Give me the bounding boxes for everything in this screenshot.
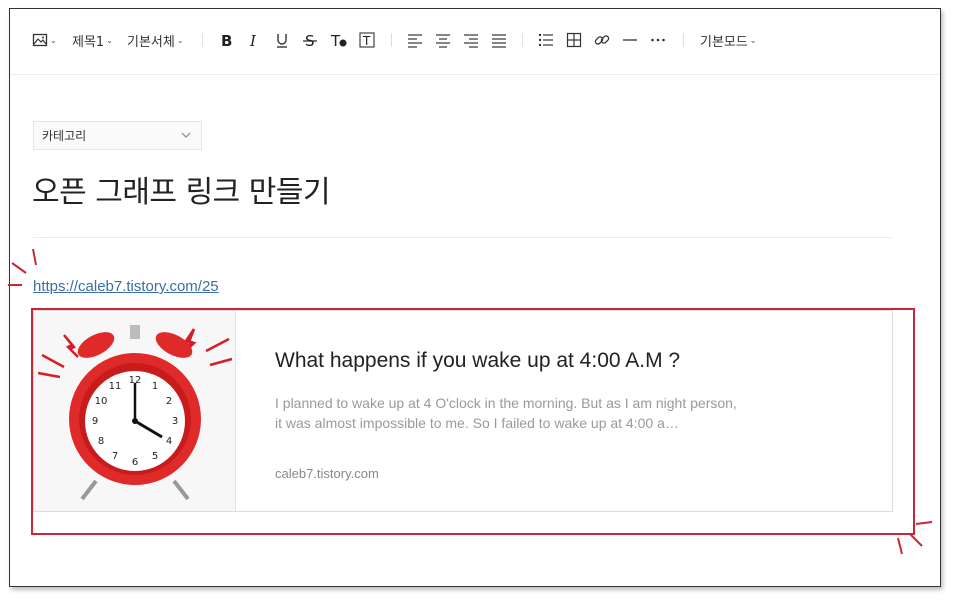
italic-button[interactable]: I xyxy=(246,29,262,51)
toolbar-divider xyxy=(683,33,684,47)
underline-button[interactable] xyxy=(274,29,290,51)
horizontal-line-icon xyxy=(623,39,637,41)
editor-toolbar: ⌄ 제목1 ⌄ 기본서체 ⌄ B I S T T 기본모드 ⌄ xyxy=(10,9,940,75)
og-card-description: I planned to wake up at 4 O'clock in the… xyxy=(275,395,737,431)
heading-label: 제목1 xyxy=(72,34,105,50)
og-card-thumbnail: 12 1 2 3 4 5 6 7 8 9 10 11 xyxy=(34,311,236,511)
og-card-domain: caleb7.tistory.com xyxy=(275,466,379,481)
image-icon xyxy=(32,33,48,47)
text-color-button[interactable]: T xyxy=(330,29,348,51)
svg-text:1: 1 xyxy=(152,381,158,392)
chevron-down-icon: ⌄ xyxy=(176,35,184,45)
og-card-title: What happens if you wake up at 4:00 A.M … xyxy=(275,349,681,372)
align-center-button[interactable] xyxy=(435,29,451,51)
align-center-icon xyxy=(436,34,450,48)
font-label: 기본서체 xyxy=(127,34,175,50)
og-link-card[interactable]: 12 1 2 3 4 5 6 7 8 9 10 11 What happens … xyxy=(33,310,893,512)
post-link[interactable]: https://caleb7.tistory.com/25 xyxy=(33,278,219,295)
chevron-down-icon: ⌄ xyxy=(106,35,113,45)
title-divider xyxy=(33,237,891,238)
text-color-icon: T xyxy=(330,32,347,48)
link-icon xyxy=(594,35,610,45)
align-right-button[interactable] xyxy=(463,29,479,51)
svg-text:B: B xyxy=(221,32,232,48)
svg-text:I: I xyxy=(249,32,257,48)
horizontal-line-button[interactable] xyxy=(622,29,638,51)
svg-text:5: 5 xyxy=(152,451,158,462)
chevron-down-icon: ⌄ xyxy=(749,35,757,45)
chevron-down-icon: ⌄ xyxy=(50,35,57,45)
table-button[interactable] xyxy=(566,29,582,51)
bold-icon: B xyxy=(221,32,232,48)
align-left-button[interactable] xyxy=(407,29,423,51)
bold-button[interactable]: B xyxy=(218,29,234,51)
category-label: 카테고리 xyxy=(42,129,87,143)
svg-text:2: 2 xyxy=(166,396,172,407)
svg-text:T: T xyxy=(362,34,371,48)
svg-text:7: 7 xyxy=(112,451,118,462)
heading-dropdown[interactable]: 제목1 ⌄ xyxy=(72,29,113,51)
italic-icon: I xyxy=(249,32,257,48)
toolbar-divider xyxy=(522,33,523,47)
svg-text:S: S xyxy=(305,32,315,48)
more-button[interactable] xyxy=(650,29,666,51)
svg-text:9: 9 xyxy=(92,416,98,427)
bullet-list-icon xyxy=(538,33,553,47)
align-left-icon xyxy=(408,34,422,48)
underline-icon xyxy=(277,34,287,48)
svg-text:6: 6 xyxy=(132,457,138,468)
category-select[interactable]: 카테고리 xyxy=(33,121,202,150)
text-background-icon: T xyxy=(359,32,375,48)
svg-text:11: 11 xyxy=(109,381,122,392)
alarm-clock-icon: 12 1 2 3 4 5 6 7 8 9 10 11 xyxy=(34,311,235,511)
editor-mode-dropdown[interactable]: 기본모드 ⌄ xyxy=(700,29,757,51)
svg-text:3: 3 xyxy=(172,416,178,427)
align-right-icon xyxy=(464,34,478,48)
chevron-down-icon xyxy=(181,132,191,138)
toolbar-divider xyxy=(202,33,203,47)
editor-window: ⌄ 제목1 ⌄ 기본서체 ⌄ B I S T T 기본모드 ⌄ 카테고리 오픈 … xyxy=(9,8,941,587)
svg-text:4: 4 xyxy=(166,436,172,447)
align-justify-button[interactable] xyxy=(491,29,507,51)
toolbar-divider xyxy=(391,33,392,47)
insert-image-button[interactable]: ⌄ xyxy=(32,29,57,51)
svg-text:8: 8 xyxy=(98,436,104,447)
svg-text:10: 10 xyxy=(95,396,108,407)
table-icon xyxy=(566,32,582,48)
svg-text:T: T xyxy=(330,32,341,48)
text-background-button[interactable]: T xyxy=(359,29,375,51)
post-title[interactable]: 오픈 그래프 링크 만들기 xyxy=(32,167,331,211)
link-button[interactable] xyxy=(594,29,610,51)
bullet-list-button[interactable] xyxy=(538,29,554,51)
more-icon xyxy=(651,38,665,42)
editor-mode-label: 기본모드 xyxy=(700,34,748,50)
strikethrough-icon: S xyxy=(303,32,317,48)
font-dropdown[interactable]: 기본서체 ⌄ xyxy=(127,29,184,51)
align-justify-icon xyxy=(492,34,506,48)
strikethrough-button[interactable]: S xyxy=(302,29,318,51)
